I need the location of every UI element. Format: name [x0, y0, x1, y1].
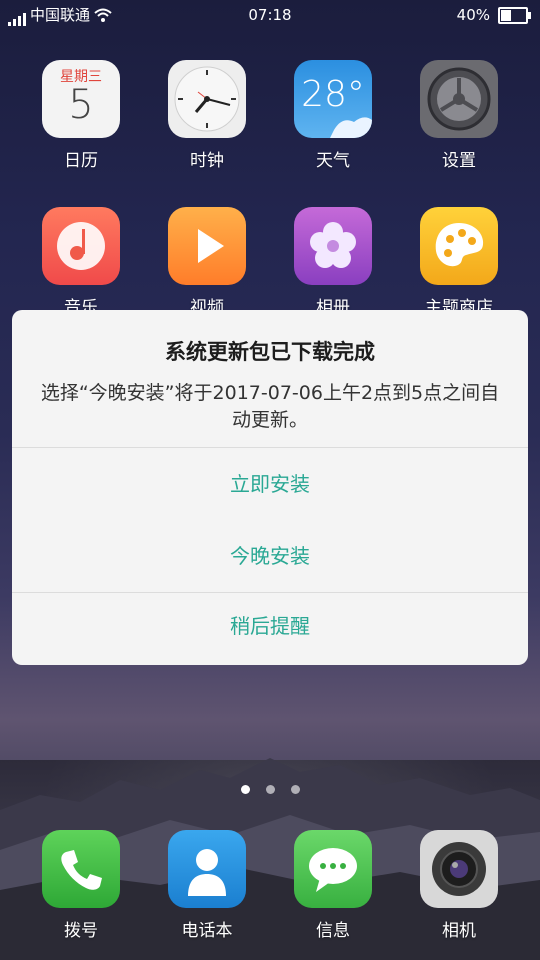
page-dot[interactable] — [240, 785, 250, 794]
app-dialer[interactable]: 拨号 — [26, 830, 136, 941]
page-indicator — [0, 785, 540, 794]
weather-icon: 28° — [294, 60, 372, 138]
status-bar: 中国联通 07:18 40% — [0, 0, 540, 30]
calendar-icon: 星期三 5 — [42, 60, 120, 138]
clock-icon — [168, 60, 246, 138]
app-messages[interactable]: 信息 — [278, 830, 388, 941]
app-label: 时钟 — [190, 151, 224, 171]
palette-icon — [420, 207, 498, 285]
app-contacts[interactable]: 电话本 — [152, 830, 262, 941]
gear-icon — [420, 60, 498, 138]
update-dialog: 系统更新包已下载完成 选择“今晚安装”将于2017-07-06上午2点到5点之间… — [12, 310, 528, 665]
remind-later-button[interactable]: 稍后提醒 — [12, 592, 528, 660]
install-tonight-button[interactable]: 今晚安装 — [12, 522, 528, 590]
camera-lens-icon — [420, 830, 498, 908]
play-icon — [168, 207, 246, 285]
phone-icon — [42, 830, 120, 908]
music-note-icon — [42, 207, 120, 285]
calendar-day: 5 — [68, 82, 94, 128]
app-label: 信息 — [316, 921, 350, 941]
flower-icon — [294, 207, 372, 285]
app-album[interactable]: 相册 — [278, 207, 388, 318]
app-settings[interactable]: 设置 — [404, 60, 514, 171]
app-label: 相机 — [442, 921, 476, 941]
divider — [12, 447, 528, 448]
app-video[interactable]: 视频 — [152, 207, 262, 318]
app-music[interactable]: 音乐 — [26, 207, 136, 318]
battery-percent: 40% — [456, 6, 490, 24]
install-now-button[interactable]: 立即安装 — [12, 450, 528, 518]
page-dot[interactable] — [265, 785, 275, 794]
app-label: 设置 — [442, 151, 476, 171]
app-label: 拨号 — [64, 921, 98, 941]
app-camera[interactable]: 相机 — [404, 830, 514, 941]
dialog-message: 选择“今晚安装”将于2017-07-06上午2点到5点之间自动更新。 — [40, 382, 500, 431]
chat-bubble-icon — [294, 830, 372, 908]
app-label: 电话本 — [181, 921, 233, 941]
person-icon — [168, 830, 246, 908]
app-calendar[interactable]: 星期三 5 日历 — [26, 60, 136, 171]
battery-icon — [498, 7, 531, 24]
app-label: 日历 — [64, 151, 98, 171]
app-theme-store[interactable]: 主题商店 — [404, 207, 514, 318]
app-label: 天气 — [316, 151, 350, 171]
dialog-title: 系统更新包已下载完成 — [165, 340, 375, 364]
app-clock[interactable]: 时钟 — [152, 60, 262, 171]
app-weather[interactable]: 28° 天气 — [278, 60, 388, 171]
page-dot[interactable] — [290, 785, 300, 794]
